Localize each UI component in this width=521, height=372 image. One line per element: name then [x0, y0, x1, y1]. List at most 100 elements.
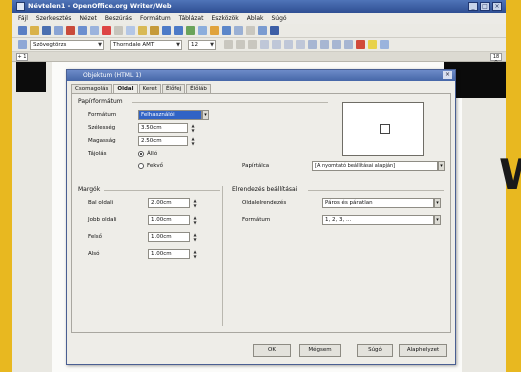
tab-organizer[interactable]: Csomagolás [71, 84, 113, 93]
format-paintbrush-icon[interactable] [150, 26, 159, 35]
show-draw-icon[interactable] [210, 26, 219, 35]
height-spin-icon[interactable]: ▲ ▼ [190, 136, 196, 146]
new-document-icon[interactable] [18, 26, 27, 35]
height-field[interactable]: 2.50cm [138, 136, 188, 146]
width-label: Szélesség [88, 125, 116, 131]
menu-tools[interactable]: Eszközök [211, 15, 238, 22]
italic-icon[interactable] [236, 40, 245, 49]
close-button[interactable]: × [492, 2, 502, 11]
bullets-icon[interactable] [320, 40, 329, 49]
styles-icon[interactable] [18, 40, 27, 49]
preview-icon[interactable] [90, 26, 99, 35]
paper-tray-select[interactable]: [A nyomtató beállításai alapján] [312, 161, 438, 171]
paste-icon[interactable] [138, 26, 147, 35]
font-color-icon[interactable] [356, 40, 365, 49]
menu-edit[interactable]: Szerkesztés [36, 15, 72, 22]
layout-settings-divider [308, 190, 444, 191]
email-icon[interactable] [54, 26, 63, 35]
table-icon[interactable] [198, 26, 207, 35]
tab-header[interactable]: Élőfej [161, 84, 186, 93]
window-title: Névtelen1 - OpenOffice.org Writer/Web [28, 2, 172, 10]
undo-icon[interactable] [162, 26, 171, 35]
highlight-icon[interactable] [368, 40, 377, 49]
bottom-margin-label: Alsó [88, 251, 100, 257]
numbering-format-label: Formátum [242, 217, 271, 223]
cut-icon[interactable] [114, 26, 123, 35]
find-icon[interactable] [222, 26, 231, 35]
increase-indent-icon[interactable] [344, 40, 353, 49]
bold-icon[interactable] [224, 40, 233, 49]
align-left-icon[interactable] [260, 40, 269, 49]
background-color-icon[interactable] [380, 40, 389, 49]
right-margin-spin-icon[interactable]: ▲ ▼ [192, 215, 198, 225]
reset-button[interactable]: Alaphelyzet [399, 344, 447, 357]
right-margin-field[interactable]: 1.00cm [148, 215, 190, 225]
left-margin-field[interactable]: 2.00cm [148, 198, 190, 208]
dialog-close-icon[interactable]: × [443, 71, 452, 79]
pdf-icon[interactable] [66, 26, 75, 35]
menu-table[interactable]: Táblázat [179, 15, 204, 22]
chevron-down-icon[interactable]: ▾ [434, 215, 441, 225]
orientation-label: Tájolás [88, 151, 107, 157]
top-margin-label: Felső [88, 234, 103, 240]
format-label: Formátum [88, 112, 117, 118]
ok-button[interactable]: OK [253, 344, 291, 357]
dialog-title: Objektum (HTML 1) [83, 72, 142, 79]
font-size-combo[interactable]: 12 ▼ [188, 40, 216, 50]
redo-icon[interactable] [174, 26, 183, 35]
left-margin-spin-icon[interactable]: ▲ ▼ [192, 198, 198, 208]
tab-footer[interactable]: Élőláb [186, 84, 211, 93]
open-icon[interactable] [30, 26, 39, 35]
decrease-indent-icon[interactable] [332, 40, 341, 49]
help-icon[interactable] [270, 26, 279, 35]
gallery-icon[interactable] [246, 26, 255, 35]
menu-window[interactable]: Ablak [247, 15, 264, 22]
menu-insert[interactable]: Beszúrás [105, 15, 132, 22]
print-icon[interactable] [78, 26, 87, 35]
paper-format-heading: Papírformátum [78, 98, 123, 105]
menu-help[interactable]: Súgó [271, 15, 286, 22]
cancel-button[interactable]: Mégsem [299, 344, 341, 357]
zoom-icon[interactable] [258, 26, 267, 35]
save-icon[interactable] [42, 26, 51, 35]
paper-format-divider [132, 102, 328, 103]
font-name-combo[interactable]: Thorndale AMT ▼ [110, 40, 182, 50]
width-field[interactable]: 3.50cm [138, 123, 188, 133]
maximize-button[interactable]: □ [480, 2, 490, 11]
chevron-down-icon[interactable]: ▾ [438, 161, 445, 171]
format-select[interactable]: Felhasználói [138, 110, 202, 120]
tab-borders[interactable]: Keret [138, 84, 161, 93]
numbering-icon[interactable] [308, 40, 317, 49]
width-spin-icon[interactable]: ▲ ▼ [190, 123, 196, 133]
hyperlink-icon[interactable] [186, 26, 195, 35]
bottom-margin-field[interactable]: 1.00cm [148, 249, 190, 259]
spellcheck-icon[interactable] [102, 26, 111, 35]
paragraph-style-combo[interactable]: Szövegtörzs ▼ [30, 40, 104, 50]
navigator-icon[interactable] [234, 26, 243, 35]
menu-file[interactable]: Fájl [18, 15, 28, 22]
justify-icon[interactable] [296, 40, 305, 49]
top-margin-field[interactable]: 1.00cm [148, 232, 190, 242]
chevron-down-icon[interactable]: ▾ [202, 110, 209, 120]
align-right-icon[interactable] [284, 40, 293, 49]
align-center-icon[interactable] [272, 40, 281, 49]
side-letter: W [499, 150, 521, 199]
landscape-radio[interactable] [138, 163, 144, 169]
page-layout-select[interactable]: Páros és páratlan [322, 198, 434, 208]
bottom-margin-spin-icon[interactable]: ▲ ▼ [192, 249, 198, 259]
underline-icon[interactable] [248, 40, 257, 49]
portrait-radio[interactable] [138, 151, 144, 157]
horizontal-ruler[interactable]: + 1 18 ^ [12, 52, 506, 66]
menu-format[interactable]: Formátum [140, 15, 171, 22]
help-button[interactable]: Súgó [357, 344, 393, 357]
copy-icon[interactable] [126, 26, 135, 35]
menu-view[interactable]: Nézet [79, 15, 96, 22]
height-label: Magasság [88, 138, 116, 144]
minimize-button[interactable]: _ [468, 2, 478, 11]
numbering-format-select[interactable]: 1, 2, 3, ... [322, 215, 434, 225]
chevron-down-icon: ▼ [98, 42, 102, 48]
right-margin-label: Jobb oldali [88, 217, 117, 223]
chevron-down-icon[interactable]: ▾ [434, 198, 441, 208]
tab-page[interactable]: Oldal [113, 84, 138, 93]
top-margin-spin-icon[interactable]: ▲ ▼ [192, 232, 198, 242]
